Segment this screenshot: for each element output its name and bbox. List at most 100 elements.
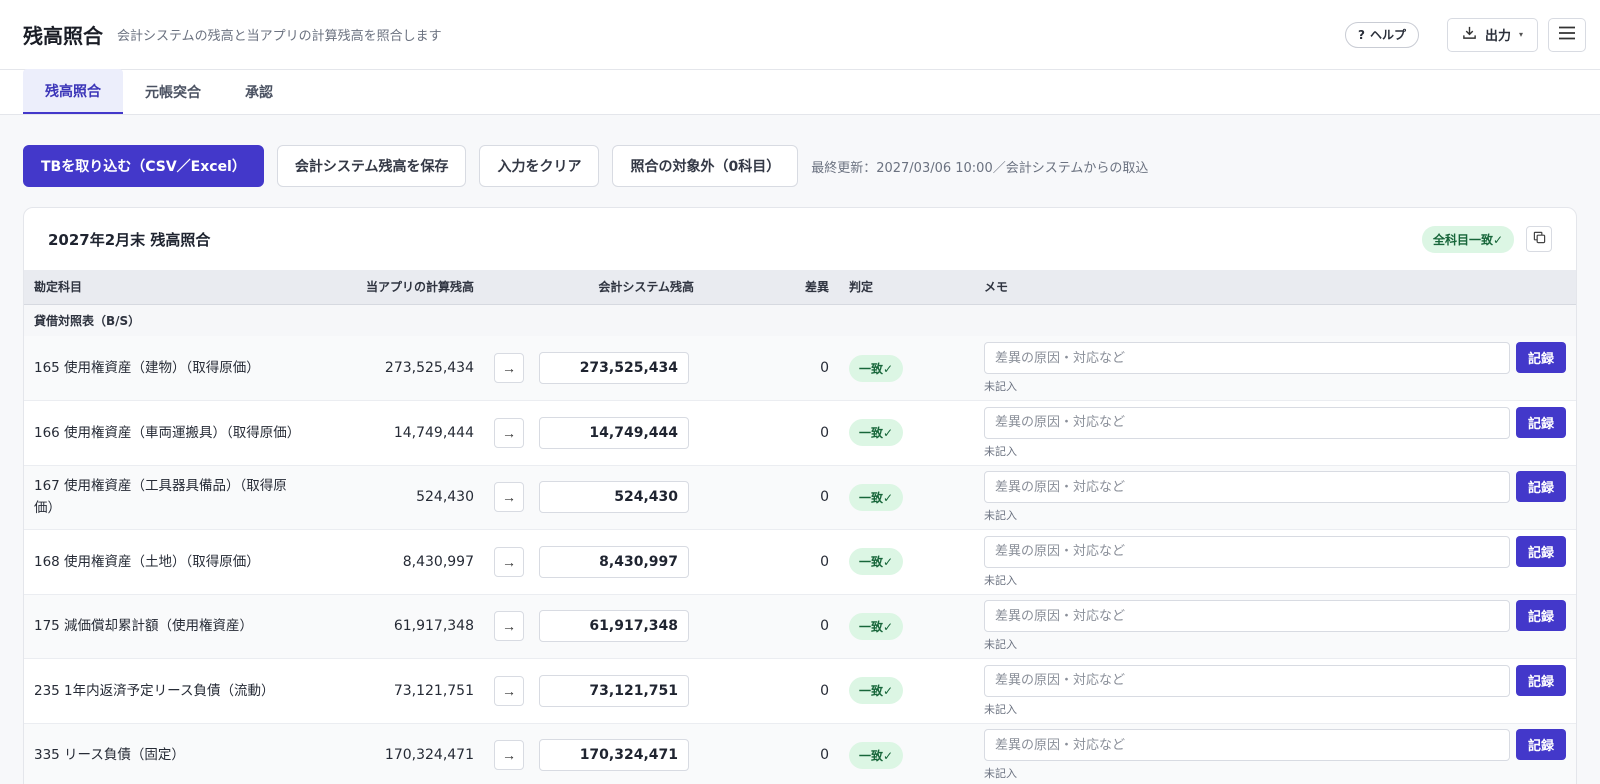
judgement-cell: 一致✓ xyxy=(839,400,974,466)
card-header: 2027年2月末 残高照合 全科目一致✓ xyxy=(24,208,1576,270)
help-button[interactable]: ? ヘルプ xyxy=(1344,21,1419,48)
section-row-bs: 貸借対照表（B/S） xyxy=(24,304,1576,336)
copy-to-system-button[interactable]: → xyxy=(494,611,524,642)
system-balance-input[interactable] xyxy=(539,610,689,643)
system-balance-input[interactable] xyxy=(539,416,689,449)
reconciliation-table: 勘定科目 当アプリの計算残高 会計システム残高 差異 判定 メモ 貸借対照表（B… xyxy=(24,270,1576,784)
memo-input[interactable] xyxy=(984,406,1510,439)
memo-input[interactable] xyxy=(984,600,1510,633)
system-balance-input[interactable] xyxy=(539,545,689,578)
arrow-right-icon: → xyxy=(502,618,516,635)
table-row: 175 減価償却累計額（使用権資産） 61,917,348 → 0 一致✓ 未記… xyxy=(24,594,1576,659)
menu-button[interactable] xyxy=(1548,17,1586,52)
memo-wrap: 未記入 記録 xyxy=(984,535,1566,588)
system-cell xyxy=(529,594,704,659)
memo-wrap: 未記入 記録 xyxy=(984,729,1566,781)
tab-ledger-matching[interactable]: 元帳突合 xyxy=(123,69,223,114)
record-button[interactable]: 記録 xyxy=(1515,600,1566,632)
calc-balance: 524,430 xyxy=(314,465,484,530)
memo-wrap: 未記入 記録 xyxy=(984,342,1566,394)
table-body: 貸借対照表（B/S） 165 使用権資産（建物）（取得原価） 273,525,4… xyxy=(24,304,1576,784)
table-row: 165 使用権資産（建物）（取得原価） 273,525,434 → 0 一致✓ … xyxy=(24,336,1576,401)
copy-to-system-button[interactable]: → xyxy=(494,482,524,513)
copy-button[interactable] xyxy=(1526,226,1552,252)
account-name: 165 使用権資産（建物）（取得原価） xyxy=(24,336,314,401)
memo-input[interactable] xyxy=(984,664,1510,697)
memo-status: 未記入 xyxy=(984,702,1017,716)
memo-col: 未記入 xyxy=(984,600,1510,652)
memo-cell: 未記入 記録 xyxy=(974,529,1576,595)
system-balance-input[interactable] xyxy=(539,352,689,384)
copy-to-system-button[interactable]: → xyxy=(494,417,524,448)
arrow-cell: → xyxy=(484,658,529,724)
judgement-cell: 一致✓ xyxy=(839,465,974,530)
calc-balance: 273,525,434 xyxy=(314,336,484,401)
account-name: 167 使用権資産（工具器具備品）（取得原価） xyxy=(24,465,314,530)
col-header-calc: 当アプリの計算残高 xyxy=(314,270,484,305)
tab-balance-reconciliation[interactable]: 残高照合 xyxy=(23,69,123,114)
table-row: 168 使用権資産（土地）（取得原価） 8,430,997 → 0 一致✓ 未記… xyxy=(24,529,1576,595)
memo-input[interactable] xyxy=(984,535,1510,568)
match-badge: 一致✓ xyxy=(849,741,904,769)
memo-input[interactable] xyxy=(984,729,1510,762)
judgement-cell: 一致✓ xyxy=(839,723,974,784)
clear-input-button[interactable]: 入力をクリア xyxy=(479,145,600,187)
tab-approval[interactable]: 承認 xyxy=(223,69,295,114)
header-actions: ? ヘルプ 出力 ▾ xyxy=(1344,17,1586,52)
col-header-judgement: 判定 xyxy=(839,270,974,305)
arrow-cell: → xyxy=(484,465,529,530)
col-header-diff: 差異 xyxy=(704,270,839,305)
memo-col: 未記入 xyxy=(984,535,1510,588)
record-button[interactable]: 記録 xyxy=(1515,535,1566,567)
match-badge: 一致✓ xyxy=(849,419,904,447)
record-button[interactable]: 記録 xyxy=(1515,406,1566,438)
system-balance-input[interactable] xyxy=(539,739,689,772)
diff-value: 0 xyxy=(704,594,839,659)
memo-cell: 未記入 記録 xyxy=(974,594,1576,659)
memo-status: 未記入 xyxy=(984,509,1017,523)
match-badge: 一致✓ xyxy=(849,548,904,576)
export-button[interactable]: 出力 ▾ xyxy=(1446,17,1538,52)
memo-status: 未記入 xyxy=(984,638,1017,652)
system-cell xyxy=(529,529,704,595)
chevron-down-icon: ▾ xyxy=(1518,30,1523,39)
arrow-right-icon: → xyxy=(502,553,516,570)
memo-wrap: 未記入 記録 xyxy=(984,664,1566,717)
card-title: 2027年2月末 残高照合 xyxy=(48,230,211,249)
table-row: 335 リース負債（固定） 170,324,471 → 0 一致✓ 未記入 記録 xyxy=(24,723,1576,784)
excluded-accounts-button[interactable]: 照合の対象外（0科目） xyxy=(612,145,799,187)
record-button[interactable]: 記録 xyxy=(1515,664,1566,696)
record-button[interactable]: 記録 xyxy=(1515,471,1566,503)
copy-to-system-button[interactable]: → xyxy=(494,353,524,383)
arrow-cell: → xyxy=(484,336,529,401)
system-cell xyxy=(529,336,704,401)
memo-status: 未記入 xyxy=(984,767,1017,781)
memo-input[interactable] xyxy=(984,471,1510,504)
match-badge: 一致✓ xyxy=(849,612,904,640)
save-system-balance-button[interactable]: 会計システム残高を保存 xyxy=(276,145,467,187)
memo-status: 未記入 xyxy=(984,380,1017,393)
copy-to-system-button[interactable]: → xyxy=(494,546,524,577)
arrow-cell: → xyxy=(484,400,529,466)
download-icon xyxy=(1462,25,1477,44)
page-title: 残高照合 xyxy=(23,24,103,48)
calc-balance: 14,749,444 xyxy=(314,400,484,466)
account-name: 175 減価償却累計額（使用権資産） xyxy=(24,594,314,659)
system-balance-input[interactable] xyxy=(539,481,689,514)
memo-cell: 未記入 記録 xyxy=(974,465,1576,530)
system-balance-input[interactable] xyxy=(539,674,689,707)
copy-to-system-button[interactable]: → xyxy=(494,675,524,706)
last-updated-text: 最終更新：2027/03/06 10:00／会計システムからの取込 xyxy=(811,160,1149,176)
record-button[interactable]: 記録 xyxy=(1515,342,1566,373)
copy-to-system-button[interactable]: → xyxy=(494,740,524,771)
copy-icon xyxy=(1533,231,1546,247)
match-badge: 一致✓ xyxy=(849,677,904,705)
record-button[interactable]: 記録 xyxy=(1515,729,1566,761)
arrow-right-icon: → xyxy=(502,682,516,699)
memo-input[interactable] xyxy=(984,342,1510,374)
diff-value: 0 xyxy=(704,400,839,466)
calc-balance: 61,917,348 xyxy=(314,594,484,659)
account-name: 166 使用権資産（車両運搬具）（取得原価） xyxy=(24,400,314,466)
import-tb-button[interactable]: TBを取り込む（CSV／Excel） xyxy=(23,145,264,187)
app-header: 残高照合 会計システムの残高と当アプリの計算残高を照合します ? ヘルプ 出力 … xyxy=(0,0,1600,70)
